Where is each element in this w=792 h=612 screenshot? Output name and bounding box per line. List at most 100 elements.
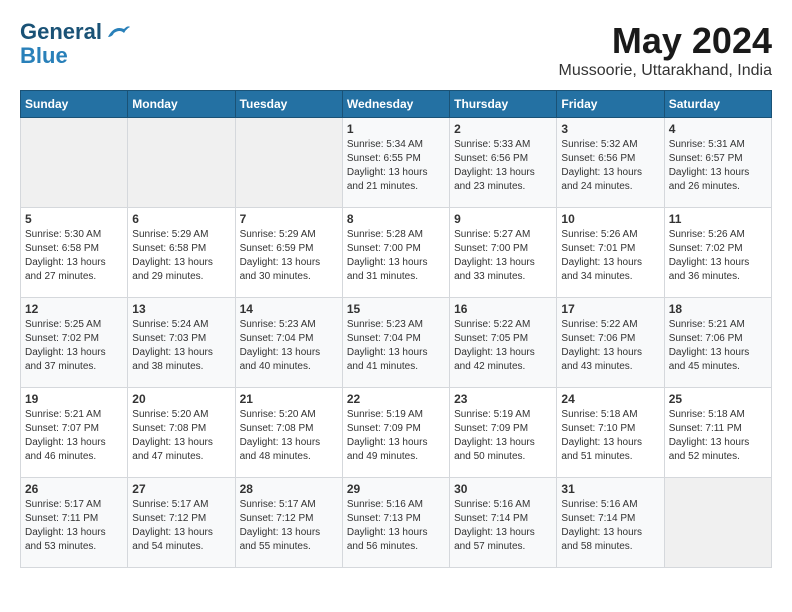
day-number: 18 bbox=[669, 302, 767, 316]
weekday-header-friday: Friday bbox=[557, 91, 664, 118]
cell-sunrise: Sunrise: 5:27 AM bbox=[454, 229, 530, 240]
calendar-cell: 27Sunrise: 5:17 AMSunset: 7:12 PMDayligh… bbox=[128, 478, 235, 568]
cell-sunset: Sunset: 7:02 PM bbox=[25, 333, 99, 344]
cell-sunrise: Sunrise: 5:17 AM bbox=[240, 499, 316, 510]
cell-sunrise: Sunrise: 5:34 AM bbox=[347, 139, 423, 150]
calendar-week-row: 26Sunrise: 5:17 AMSunset: 7:11 PMDayligh… bbox=[21, 478, 772, 568]
cell-daylight: Daylight: 13 hours and 50 minutes. bbox=[454, 437, 535, 462]
cell-sunrise: Sunrise: 5:22 AM bbox=[561, 319, 637, 330]
day-number: 27 bbox=[132, 482, 230, 496]
calendar-cell: 15Sunrise: 5:23 AMSunset: 7:04 PMDayligh… bbox=[342, 298, 449, 388]
day-number: 21 bbox=[240, 392, 338, 406]
calendar-table: SundayMondayTuesdayWednesdayThursdayFrid… bbox=[20, 90, 772, 568]
calendar-cell: 25Sunrise: 5:18 AMSunset: 7:11 PMDayligh… bbox=[664, 388, 771, 478]
calendar-cell: 22Sunrise: 5:19 AMSunset: 7:09 PMDayligh… bbox=[342, 388, 449, 478]
cell-sunset: Sunset: 6:56 PM bbox=[561, 153, 635, 164]
day-number: 20 bbox=[132, 392, 230, 406]
day-number: 10 bbox=[561, 212, 659, 226]
cell-sunset: Sunset: 7:07 PM bbox=[25, 423, 99, 434]
cell-sunset: Sunset: 7:03 PM bbox=[132, 333, 206, 344]
calendar-cell: 21Sunrise: 5:20 AMSunset: 7:08 PMDayligh… bbox=[235, 388, 342, 478]
weekday-header-wednesday: Wednesday bbox=[342, 91, 449, 118]
weekday-header-saturday: Saturday bbox=[664, 91, 771, 118]
cell-sunset: Sunset: 7:05 PM bbox=[454, 333, 528, 344]
calendar-cell: 2Sunrise: 5:33 AMSunset: 6:56 PMDaylight… bbox=[450, 118, 557, 208]
cell-sunrise: Sunrise: 5:23 AM bbox=[347, 319, 423, 330]
cell-sunrise: Sunrise: 5:26 AM bbox=[561, 229, 637, 240]
day-number: 23 bbox=[454, 392, 552, 406]
cell-daylight: Daylight: 13 hours and 46 minutes. bbox=[25, 437, 106, 462]
calendar-cell: 13Sunrise: 5:24 AMSunset: 7:03 PMDayligh… bbox=[128, 298, 235, 388]
calendar-cell: 12Sunrise: 5:25 AMSunset: 7:02 PMDayligh… bbox=[21, 298, 128, 388]
calendar-cell: 10Sunrise: 5:26 AMSunset: 7:01 PMDayligh… bbox=[557, 208, 664, 298]
logo: General Blue bbox=[20, 20, 132, 68]
cell-daylight: Daylight: 13 hours and 45 minutes. bbox=[669, 347, 750, 372]
cell-sunset: Sunset: 7:09 PM bbox=[347, 423, 421, 434]
cell-sunset: Sunset: 7:12 PM bbox=[132, 513, 206, 524]
cell-sunset: Sunset: 7:06 PM bbox=[669, 333, 743, 344]
logo-bird-icon bbox=[104, 23, 132, 43]
cell-sunrise: Sunrise: 5:16 AM bbox=[561, 499, 637, 510]
cell-daylight: Daylight: 13 hours and 31 minutes. bbox=[347, 257, 428, 282]
cell-sunrise: Sunrise: 5:26 AM bbox=[669, 229, 745, 240]
day-number: 5 bbox=[25, 212, 123, 226]
cell-sunrise: Sunrise: 5:17 AM bbox=[132, 499, 208, 510]
weekday-header-thursday: Thursday bbox=[450, 91, 557, 118]
cell-sunset: Sunset: 7:00 PM bbox=[347, 243, 421, 254]
cell-sunrise: Sunrise: 5:30 AM bbox=[25, 229, 101, 240]
logo-blue-text: Blue bbox=[20, 44, 132, 68]
page-header: General Blue May 2024 Mussoorie, Uttarak… bbox=[20, 20, 772, 80]
day-number: 19 bbox=[25, 392, 123, 406]
cell-sunrise: Sunrise: 5:20 AM bbox=[240, 409, 316, 420]
calendar-cell bbox=[21, 118, 128, 208]
day-number: 24 bbox=[561, 392, 659, 406]
calendar-cell: 17Sunrise: 5:22 AMSunset: 7:06 PMDayligh… bbox=[557, 298, 664, 388]
cell-sunrise: Sunrise: 5:18 AM bbox=[669, 409, 745, 420]
cell-sunrise: Sunrise: 5:25 AM bbox=[25, 319, 101, 330]
day-number: 13 bbox=[132, 302, 230, 316]
day-number: 29 bbox=[347, 482, 445, 496]
cell-daylight: Daylight: 13 hours and 33 minutes. bbox=[454, 257, 535, 282]
calendar-week-row: 12Sunrise: 5:25 AMSunset: 7:02 PMDayligh… bbox=[21, 298, 772, 388]
cell-daylight: Daylight: 13 hours and 48 minutes. bbox=[240, 437, 321, 462]
cell-sunrise: Sunrise: 5:17 AM bbox=[25, 499, 101, 510]
calendar-cell: 7Sunrise: 5:29 AMSunset: 6:59 PMDaylight… bbox=[235, 208, 342, 298]
cell-sunrise: Sunrise: 5:20 AM bbox=[132, 409, 208, 420]
cell-sunset: Sunset: 7:01 PM bbox=[561, 243, 635, 254]
cell-daylight: Daylight: 13 hours and 24 minutes. bbox=[561, 167, 642, 192]
cell-sunset: Sunset: 7:10 PM bbox=[561, 423, 635, 434]
calendar-cell bbox=[235, 118, 342, 208]
calendar-cell bbox=[128, 118, 235, 208]
cell-sunset: Sunset: 7:14 PM bbox=[561, 513, 635, 524]
cell-sunset: Sunset: 6:58 PM bbox=[132, 243, 206, 254]
cell-daylight: Daylight: 13 hours and 49 minutes. bbox=[347, 437, 428, 462]
cell-sunrise: Sunrise: 5:16 AM bbox=[347, 499, 423, 510]
calendar-cell: 1Sunrise: 5:34 AMSunset: 6:55 PMDaylight… bbox=[342, 118, 449, 208]
day-number: 16 bbox=[454, 302, 552, 316]
day-number: 26 bbox=[25, 482, 123, 496]
day-number: 28 bbox=[240, 482, 338, 496]
cell-sunrise: Sunrise: 5:21 AM bbox=[669, 319, 745, 330]
cell-daylight: Daylight: 13 hours and 26 minutes. bbox=[669, 167, 750, 192]
day-number: 9 bbox=[454, 212, 552, 226]
day-number: 22 bbox=[347, 392, 445, 406]
day-number: 4 bbox=[669, 122, 767, 136]
cell-sunset: Sunset: 7:12 PM bbox=[240, 513, 314, 524]
cell-daylight: Daylight: 13 hours and 40 minutes. bbox=[240, 347, 321, 372]
calendar-week-row: 19Sunrise: 5:21 AMSunset: 7:07 PMDayligh… bbox=[21, 388, 772, 478]
calendar-cell: 26Sunrise: 5:17 AMSunset: 7:11 PMDayligh… bbox=[21, 478, 128, 568]
calendar-cell: 23Sunrise: 5:19 AMSunset: 7:09 PMDayligh… bbox=[450, 388, 557, 478]
cell-sunrise: Sunrise: 5:23 AM bbox=[240, 319, 316, 330]
cell-daylight: Daylight: 13 hours and 52 minutes. bbox=[669, 437, 750, 462]
cell-daylight: Daylight: 13 hours and 30 minutes. bbox=[240, 257, 321, 282]
cell-daylight: Daylight: 13 hours and 51 minutes. bbox=[561, 437, 642, 462]
cell-sunset: Sunset: 6:58 PM bbox=[25, 243, 99, 254]
calendar-cell: 30Sunrise: 5:16 AMSunset: 7:14 PMDayligh… bbox=[450, 478, 557, 568]
calendar-cell: 20Sunrise: 5:20 AMSunset: 7:08 PMDayligh… bbox=[128, 388, 235, 478]
cell-daylight: Daylight: 13 hours and 58 minutes. bbox=[561, 527, 642, 552]
cell-sunrise: Sunrise: 5:31 AM bbox=[669, 139, 745, 150]
weekday-header-row: SundayMondayTuesdayWednesdayThursdayFrid… bbox=[21, 91, 772, 118]
cell-daylight: Daylight: 13 hours and 57 minutes. bbox=[454, 527, 535, 552]
calendar-cell: 8Sunrise: 5:28 AMSunset: 7:00 PMDaylight… bbox=[342, 208, 449, 298]
day-number: 15 bbox=[347, 302, 445, 316]
